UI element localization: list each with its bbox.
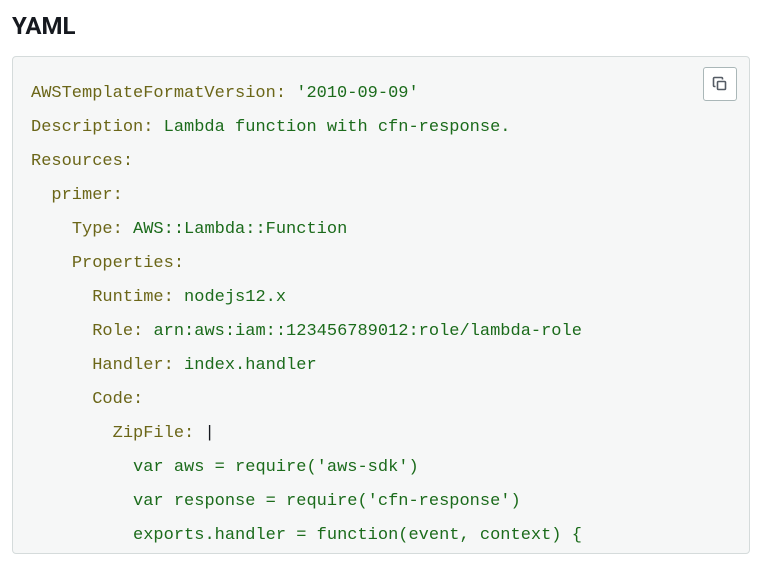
yaml-value: arn:aws:iam::123456789012:role/lambda-ro… [153, 322, 581, 341]
code-line: exports.handler = function(event, contex… [133, 526, 582, 545]
yaml-key: Resources: [31, 152, 133, 171]
yaml-value: index.handler [184, 356, 317, 375]
yaml-key: Properties: [72, 254, 184, 273]
yaml-key: ZipFile: [113, 424, 195, 443]
copy-icon [712, 76, 728, 92]
yaml-code-block: AWSTemplateFormatVersion: '2010-09-09' D… [31, 77, 731, 553]
code-line: var aws = require('aws-sdk') [133, 458, 419, 477]
yaml-key: Handler: [92, 356, 174, 375]
yaml-value: AWS::Lambda::Function [133, 220, 347, 239]
yaml-value: Lambda function with cfn-response. [164, 118, 511, 137]
yaml-key: Role: [92, 322, 143, 341]
yaml-key: AWSTemplateFormatVersion: [31, 84, 286, 103]
copy-button[interactable] [703, 67, 737, 101]
section-heading: YAML [12, 12, 750, 40]
yaml-key: Description: [31, 118, 153, 137]
code-panel: AWSTemplateFormatVersion: '2010-09-09' D… [12, 56, 750, 554]
yaml-key: Runtime: [92, 288, 174, 307]
yaml-key: Code: [92, 390, 143, 409]
yaml-key: Type: [72, 220, 123, 239]
code-line: var response = require('cfn-response') [133, 492, 521, 511]
yaml-value: '2010-09-09' [296, 84, 418, 103]
yaml-value: nodejs12.x [184, 288, 286, 307]
yaml-literal-indicator: | [204, 424, 214, 443]
yaml-key: primer: [51, 186, 122, 205]
